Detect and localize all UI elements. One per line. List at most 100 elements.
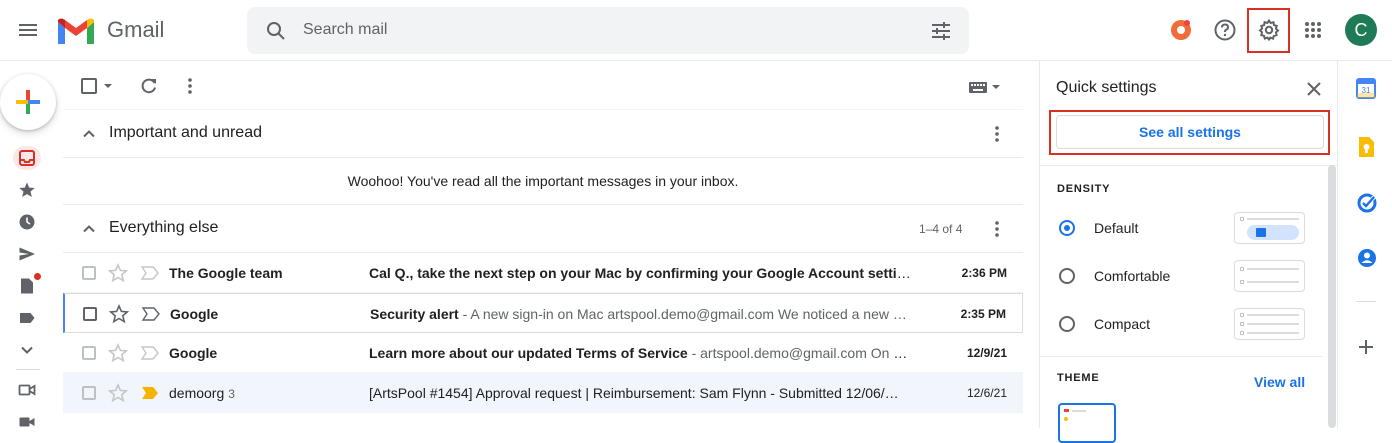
clock-icon <box>19 214 35 230</box>
email-sender: Google <box>169 345 218 361</box>
main-menu-button[interactable] <box>16 18 40 42</box>
more-options-button[interactable] <box>180 76 200 96</box>
star-outline-icon[interactable] <box>108 383 128 403</box>
theme-preview-default[interactable] <box>1058 403 1116 443</box>
email-row[interactable]: Google Learn more about our updated Term… <box>63 333 1023 373</box>
compose-button[interactable] <box>0 74 56 130</box>
nav-snoozed[interactable] <box>18 213 36 231</box>
contacts-app-button[interactable] <box>1357 248 1377 268</box>
more-vert-icon <box>995 221 999 237</box>
view-all-themes-link[interactable]: View all <box>1254 374 1305 390</box>
side-panel: 31 <box>1337 61 1392 428</box>
important-section-options-button[interactable] <box>987 124 1007 144</box>
importance-marker-icon[interactable] <box>140 265 160 281</box>
help-button[interactable] <box>1213 18 1237 42</box>
doc-icon <box>1256 228 1266 237</box>
nav-labels[interactable] <box>18 309 36 327</box>
density-radio-comfortable[interactable] <box>1059 268 1075 284</box>
theme-heading: THEME <box>1057 372 1100 384</box>
density-preview-default[interactable] <box>1234 212 1305 244</box>
nav-drafts[interactable] <box>18 277 36 295</box>
density-radio-compact[interactable] <box>1059 316 1075 332</box>
email-subject-area: Cal Q., take the next step on your Mac b… <box>369 265 914 281</box>
tasks-app-button[interactable] <box>1357 193 1377 213</box>
google-apps-button[interactable] <box>1301 18 1325 42</box>
email-subject: [ArtsPool #1454] Approval request | Reim… <box>369 385 899 401</box>
rail-divider <box>16 369 40 370</box>
star-outline-icon[interactable] <box>109 304 129 324</box>
nav-more[interactable] <box>18 341 36 359</box>
everything-else-options-button[interactable] <box>987 219 1007 239</box>
email-date: 2:36 PM <box>961 266 1007 280</box>
importance-marker-icon[interactable] <box>140 345 160 361</box>
quick-settings-scrollbar[interactable] <box>1328 165 1336 428</box>
email-row[interactable]: The Google team Cal Q., take the next st… <box>63 253 1023 293</box>
get-addons-button[interactable] <box>1356 337 1376 357</box>
refresh-button[interactable] <box>139 76 159 96</box>
side-panel-divider <box>1356 301 1376 302</box>
keep-app-button[interactable] <box>1357 136 1375 158</box>
nav-starred[interactable] <box>18 181 36 199</box>
email-sender: Google <box>170 306 219 322</box>
density-radio-default[interactable] <box>1059 220 1075 236</box>
thumb-dot <box>1240 322 1244 326</box>
gear-icon <box>1258 18 1280 42</box>
input-tools-button[interactable] <box>966 80 1004 94</box>
search-options-icon[interactable] <box>929 19 953 43</box>
account-avatar[interactable]: C <box>1345 14 1377 46</box>
search-input[interactable]: Search mail <box>303 21 387 39</box>
meet-new-meeting[interactable] <box>18 381 36 399</box>
more-vert-icon <box>188 78 192 94</box>
density-label-comfortable: Comfortable <box>1094 268 1171 284</box>
density-preview-compact[interactable] <box>1234 308 1305 340</box>
calendar-app-button[interactable]: 31 <box>1356 77 1376 99</box>
density-preview-comfortable[interactable] <box>1234 260 1305 292</box>
row-checkbox[interactable] <box>82 266 96 280</box>
nav-sent[interactable] <box>18 245 36 263</box>
quick-settings-panel: Quick settings See all settings DENSITY … <box>1039 61 1337 443</box>
notification-dot <box>34 273 41 280</box>
search-bar[interactable]: Search mail <box>247 7 969 54</box>
close-quick-settings-button[interactable] <box>1304 79 1324 99</box>
inbox-icon <box>19 150 35 166</box>
close-icon <box>1307 82 1321 96</box>
gmail-logo-icon <box>58 18 94 44</box>
row-checkbox[interactable] <box>82 386 96 400</box>
email-subject: Cal Q., take the next step on your Mac b… <box>369 265 914 281</box>
email-row[interactable]: Google Security alert - A new sign-in on… <box>63 293 1023 333</box>
message-count: 1–4 of 4 <box>919 222 963 236</box>
email-date: 2:35 PM <box>960 307 1006 321</box>
row-checkbox[interactable] <box>83 307 97 321</box>
thumb-line <box>1247 268 1299 270</box>
extension-button[interactable] <box>1169 18 1193 42</box>
thread-count: 3 <box>228 387 235 401</box>
email-subject: Security alert <box>370 306 459 322</box>
importance-marker-icon[interactable] <box>141 306 161 322</box>
see-all-settings-button[interactable]: See all settings <box>1056 115 1324 149</box>
collapse-everything-else-toggle[interactable] <box>80 220 98 238</box>
nav-inbox[interactable] <box>13 146 41 170</box>
star-outline-icon[interactable] <box>108 343 128 363</box>
thumb-dot <box>1240 267 1244 271</box>
email-sender: demoorg 3 <box>169 385 359 401</box>
select-menu-button[interactable] <box>101 81 115 91</box>
row-checkbox[interactable] <box>82 346 96 360</box>
refresh-icon <box>141 78 156 94</box>
meet-join-meeting[interactable] <box>18 413 36 431</box>
search-icon[interactable] <box>264 19 288 43</box>
apps-grid-icon <box>1305 22 1321 38</box>
toolbar-divider <box>63 109 1023 110</box>
section-title-important: Important and unread <box>109 124 262 141</box>
importance-marker-filled-icon[interactable] <box>140 385 160 401</box>
section-title-everything-else: Everything else <box>109 219 219 236</box>
email-sender: The Google team <box>169 265 283 281</box>
gmail-logo[interactable] <box>56 16 96 46</box>
settings-button[interactable] <box>1257 18 1281 42</box>
thumb-dot <box>1240 331 1244 335</box>
mini-logo <box>1064 409 1069 412</box>
video-camera-outline-icon <box>18 384 36 396</box>
collapse-important-toggle[interactable] <box>80 125 98 143</box>
star-outline-icon[interactable] <box>108 263 128 283</box>
select-all-checkbox[interactable] <box>81 78 97 94</box>
email-row[interactable]: demoorg 3 [ArtsPool #1454] Approval reque… <box>63 373 1023 413</box>
